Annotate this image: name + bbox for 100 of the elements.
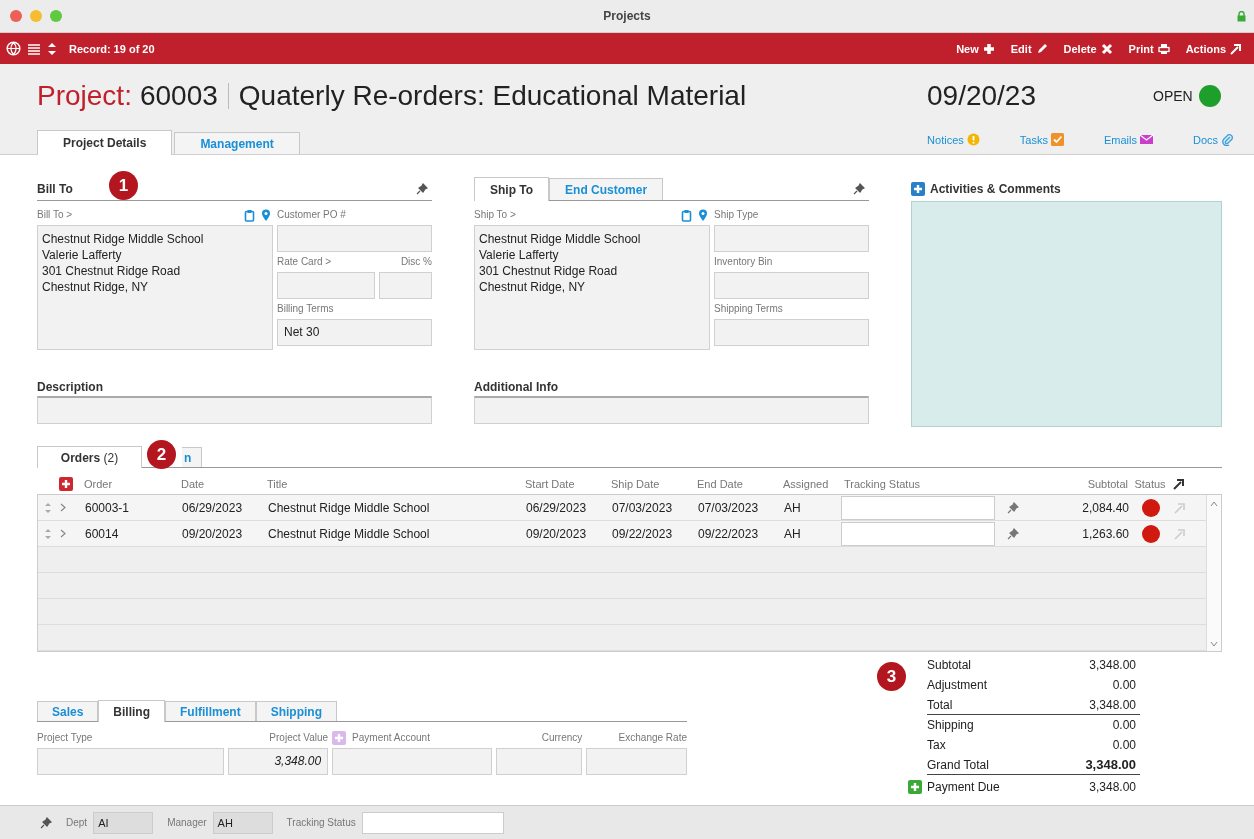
window-control-button[interactable] — [10, 10, 22, 22]
header-link[interactable]: Tasks — [1019, 133, 1064, 154]
input-field[interactable] — [841, 495, 995, 520]
field-label: Disc % — [399, 255, 432, 269]
globe-icon[interactable] — [6, 41, 21, 56]
tab[interactable]: Ship To — [474, 177, 550, 201]
toolbar-button[interactable]: Edit — [1000, 42, 1048, 55]
tab[interactable]: Management — [174, 132, 300, 154]
table-cell-text: 09/20/2023 — [181, 525, 244, 543]
input-field[interactable] — [714, 319, 869, 346]
chevron-icon[interactable] — [60, 529, 66, 538]
input-field[interactable]: AI — [93, 811, 154, 834]
toolbar-button[interactable]: Print — [1118, 42, 1170, 55]
input-field[interactable] — [495, 748, 583, 775]
input-field[interactable] — [37, 748, 225, 775]
pushpin-icon[interactable] — [1007, 501, 1019, 514]
envelope-icon — [1139, 133, 1153, 146]
arrow-icon[interactable] — [1173, 478, 1185, 490]
toolbar-button[interactable]: Actions — [1175, 42, 1242, 55]
clipboard-icon[interactable] — [681, 208, 692, 222]
table-cell-text: 09/22/2023 — [611, 525, 674, 543]
input-field[interactable] — [474, 396, 869, 424]
field-label: Customer PO # — [277, 208, 347, 222]
add-icon[interactable] — [908, 780, 922, 794]
total-label: Shipping — [927, 718, 975, 732]
tab[interactable]: End Customer — [549, 178, 664, 200]
section-heading: Activities & Comments — [930, 182, 1061, 196]
pushpin-icon[interactable] — [853, 183, 865, 195]
header-link[interactable]: Notices — [927, 133, 980, 154]
callout-badge: 2 — [147, 440, 176, 469]
list-icon[interactable] — [27, 42, 41, 55]
total-label: Adjustment — [927, 678, 989, 692]
tab[interactable]: Billing — [98, 700, 166, 722]
column-header[interactable]: Status — [1132, 474, 1168, 494]
input-field[interactable] — [379, 272, 432, 299]
up-down-arrows-icon[interactable] — [47, 41, 57, 56]
input-field[interactable]: 3,348.00 — [228, 748, 329, 775]
chevron-icon[interactable] — [60, 503, 66, 512]
header-link[interactable]: Docs — [1192, 133, 1234, 154]
input-field[interactable] — [37, 396, 432, 424]
field-label: Currency — [541, 731, 583, 745]
field-label: Exchange Rate — [618, 731, 687, 745]
input-field[interactable]: Net 30 — [277, 319, 432, 346]
total-label: Tax — [927, 738, 947, 752]
tab[interactable]: n — [182, 447, 203, 467]
table-cell-text: AH — [783, 499, 802, 517]
total-label: Subtotal — [927, 658, 973, 672]
add-icon[interactable] — [911, 182, 925, 196]
address-field[interactable]: Chestnut Ridge Middle School Valerie Lafferty 301 Chestnut Ridge Road Chestnut Ridge, NY — [37, 225, 273, 350]
input-field[interactable] — [714, 225, 869, 252]
add-icon[interactable] — [59, 477, 73, 491]
total-label: Payment Due — [927, 780, 1001, 794]
column-header[interactable]: Title — [263, 474, 521, 494]
toolbar-button[interactable]: Delete — [1053, 42, 1113, 55]
arrow-icon — [1230, 42, 1242, 55]
input-field[interactable] — [714, 272, 869, 299]
pushpin-icon[interactable] — [40, 816, 52, 829]
tab[interactable]: Fulfillment — [165, 701, 256, 721]
callout-badge: 3 — [877, 662, 906, 691]
section-heading: Description — [37, 380, 104, 396]
column-header[interactable]: Ship Date — [607, 474, 693, 494]
section-heading: Additional Info — [474, 380, 559, 396]
field-label: Payment Account — [352, 731, 430, 745]
input-field[interactable] — [586, 748, 687, 775]
column-header[interactable]: Tracking Status — [840, 474, 994, 494]
column-header[interactable]: Assigned — [779, 474, 840, 494]
clipboard-icon[interactable] — [244, 208, 255, 222]
field-label: Rate Card > — [277, 255, 333, 269]
tab[interactable]: Project Details — [37, 130, 173, 155]
window-control-button[interactable] — [50, 10, 62, 22]
column-header[interactable]: Order — [80, 474, 177, 494]
table-cell-text: Chestnut Ridge Middle School — [267, 525, 431, 543]
total-label: Grand Total — [927, 757, 990, 772]
input-field[interactable] — [277, 225, 432, 252]
location-pin-icon[interactable] — [698, 208, 708, 222]
location-pin-icon[interactable] — [261, 208, 271, 222]
input-field[interactable] — [841, 521, 995, 546]
column-header[interactable]: Date — [177, 474, 263, 494]
window-control-button[interactable] — [30, 10, 42, 22]
input-field[interactable] — [332, 748, 492, 775]
input-field[interactable] — [277, 272, 375, 299]
column-header[interactable]: Subtotal — [1030, 474, 1132, 494]
tab[interactable]: Shipping — [255, 701, 338, 721]
tab[interactable]: Orders (2) — [37, 446, 142, 468]
project-label: Project: — [37, 80, 132, 112]
input-field[interactable]: AH — [212, 811, 273, 834]
scrollbar[interactable] — [1206, 495, 1221, 651]
section-heading: Bill To — [37, 181, 73, 196]
column-header[interactable]: End Date — [693, 474, 779, 494]
drag-handle-icon[interactable] — [44, 501, 52, 514]
toolbar-button[interactable]: New — [946, 42, 995, 55]
pushpin-icon[interactable] — [1007, 527, 1019, 540]
pushpin-icon[interactable] — [416, 182, 428, 195]
tab[interactable]: Sales — [37, 701, 99, 721]
input-field[interactable] — [361, 811, 504, 834]
column-header[interactable]: Start Date — [521, 474, 607, 494]
table-cell-text: 06/29/2023 — [525, 499, 588, 517]
header-link[interactable]: Emails — [1103, 133, 1153, 154]
address-field[interactable]: Chestnut Ridge Middle School Valerie Lafferty 301 Chestnut Ridge Road Chestnut Ridge, NY — [474, 225, 710, 350]
drag-handle-icon[interactable] — [44, 527, 52, 540]
